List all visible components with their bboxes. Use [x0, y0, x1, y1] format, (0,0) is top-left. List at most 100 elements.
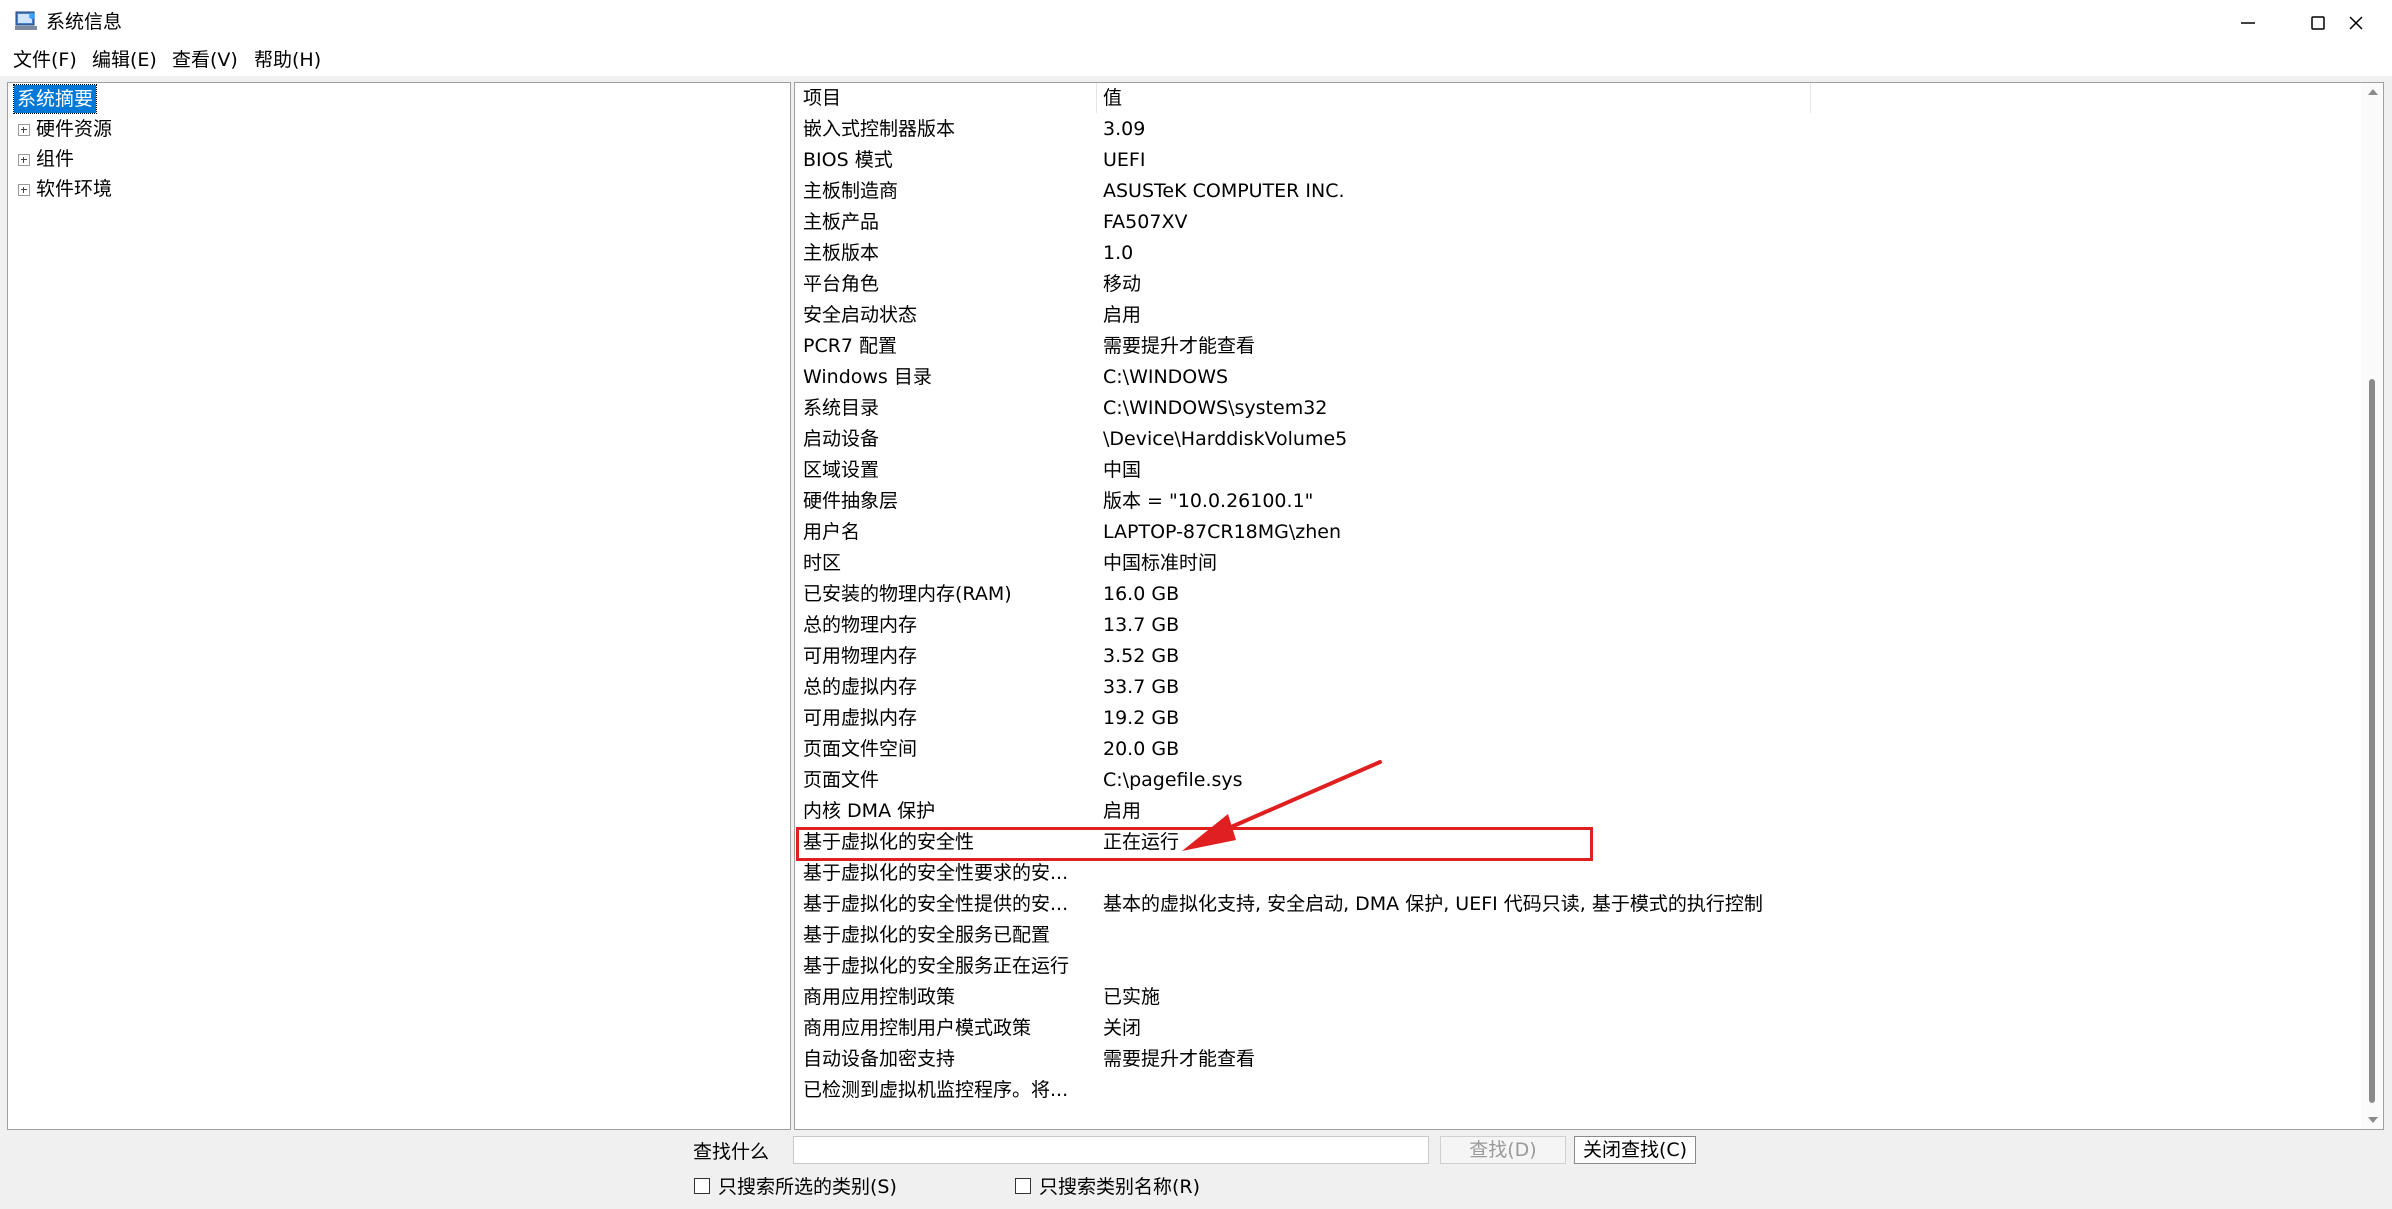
close-button[interactable] [2322, 0, 2392, 44]
item-cell: 安全启动状态 [803, 304, 918, 326]
value-cell: \Device\HarddiskVolume5 [1103, 428, 1348, 450]
item-cell: 基于虚拟化的安全服务已配置 [803, 924, 1051, 946]
checkbox-box[interactable] [1015, 1178, 1031, 1194]
item-cell: 区域设置 [803, 459, 880, 481]
table-row[interactable]: 用户名 LAPTOP-87CR18MG\zhen [795, 517, 2355, 548]
value-cell: 启用 [1103, 304, 1142, 326]
minimize-button[interactable] [2214, 0, 2284, 44]
table-row[interactable]: 主板产品 FA507XV [795, 207, 2355, 238]
value-cell: 1.0 [1103, 242, 1134, 264]
table-row[interactable]: 自动设备加密支持 需要提升才能查看 [795, 1044, 2355, 1075]
category-tree[interactable]: 系统摘要 硬件资源 组件 软件环境 [7, 82, 791, 1130]
item-cell: 总的物理内存 [803, 614, 918, 636]
item-cell: 基于虚拟化的安全性要求的安... [803, 862, 1069, 884]
column-divider[interactable] [1096, 83, 1097, 113]
value-cell: 正在运行 [1103, 831, 1180, 853]
table-row[interactable]: 启动设备 \Device\HarddiskVolume5 [795, 424, 2355, 455]
value-cell: UEFI [1103, 149, 1146, 171]
table-row[interactable]: 基于虚拟化的安全性提供的安... 基本的虚拟化支持, 安全启动, DMA 保护, … [795, 889, 2355, 920]
table-row[interactable]: 商用应用控制政策 已实施 [795, 982, 2355, 1013]
list-header: 项目 值 [795, 83, 2383, 113]
value-cell: 中国 [1103, 459, 1142, 481]
value-cell: 已实施 [1103, 986, 1161, 1008]
column-header-item[interactable]: 项目 [803, 83, 841, 113]
tree-item-software-environment[interactable]: 软件环境 [12, 175, 312, 203]
item-cell: 基于虚拟化的安全服务正在运行 [803, 955, 1070, 977]
tree-item-label: 组件 [36, 148, 75, 170]
tree-item-label: 硬件资源 [36, 118, 113, 140]
value-cell: 3.52 GB [1103, 645, 1180, 667]
value-cell: 3.09 [1103, 118, 1146, 140]
details-list[interactable]: 项目 值 嵌入式控制器版本 3.09 BIOS 模式 UEFI 主板制造商 ASUSTeK… [794, 82, 2384, 1130]
table-row[interactable]: 内核 DMA 保护 启用 [795, 796, 2355, 827]
table-row[interactable]: 主板版本 1.0 [795, 238, 2355, 269]
table-row[interactable]: BIOS 模式 UEFI [795, 145, 2355, 176]
item-cell: 已检测到虚拟机监控程序。将... [803, 1079, 1069, 1101]
scroll-up-icon[interactable] [2368, 89, 2378, 95]
item-cell: 商用应用控制用户模式政策 [803, 1017, 1032, 1039]
column-header-value[interactable]: 值 [1103, 83, 1122, 113]
item-cell: 页面文件 [803, 769, 880, 791]
menu-view[interactable]: 查看(V) [172, 48, 238, 72]
find-button[interactable]: 查找(D) [1440, 1136, 1566, 1164]
window-title: 系统信息 [46, 11, 123, 33]
item-cell: 商用应用控制政策 [803, 986, 956, 1008]
checkbox-box[interactable] [694, 1178, 710, 1194]
table-row[interactable]: 安全启动状态 启用 [795, 300, 2355, 331]
value-cell: LAPTOP-87CR18MG\zhen [1103, 521, 1342, 543]
tree-item-label: 软件环境 [36, 178, 113, 200]
table-row[interactable]: 已检测到虚拟机监控程序。将... [795, 1075, 2355, 1106]
scrollbar-thumb[interactable] [2369, 379, 2375, 1103]
item-cell: 系统目录 [803, 397, 880, 419]
item-cell: 页面文件空间 [803, 738, 918, 760]
table-row[interactable]: 基于虚拟化的安全服务已配置 [795, 920, 2355, 951]
tree-item-hardware-resources[interactable]: 硬件资源 [12, 115, 312, 143]
expand-icon[interactable] [18, 154, 30, 166]
table-row[interactable]: 总的虚拟内存 33.7 GB [795, 672, 2355, 703]
table-row[interactable]: PCR7 配置 需要提升才能查看 [795, 331, 2355, 362]
table-row[interactable]: 基于虚拟化的安全服务正在运行 [795, 951, 2355, 982]
menu-file[interactable]: 文件(F) [13, 48, 77, 72]
table-row[interactable]: Windows 目录 C:\WINDOWS [795, 362, 2355, 393]
table-row[interactable]: 主板制造商 ASUSTeK COMPUTER INC. [795, 176, 2355, 207]
menu-help[interactable]: 帮助(H) [254, 48, 321, 72]
table-row[interactable]: 系统目录 C:\WINDOWS\system32 [795, 393, 2355, 424]
item-cell: 用户名 [803, 521, 861, 543]
table-row[interactable]: 可用虚拟内存 19.2 GB [795, 703, 2355, 734]
table-row[interactable]: 页面文件 C:\pagefile.sys [795, 765, 2355, 796]
table-row[interactable]: 嵌入式控制器版本 3.09 [795, 114, 2355, 145]
table-row[interactable]: 平台角色 移动 [795, 269, 2355, 300]
menu-edit[interactable]: 编辑(E) [92, 48, 157, 72]
system-info-app-icon [15, 11, 37, 30]
value-cell: C:\WINDOWS\system32 [1103, 397, 1328, 419]
expand-icon[interactable] [18, 184, 30, 196]
find-input[interactable] [793, 1136, 1429, 1164]
item-cell: 时区 [803, 552, 842, 574]
expand-icon[interactable] [18, 124, 30, 136]
table-row[interactable]: 区域设置 中国 [795, 455, 2355, 486]
item-cell: 自动设备加密支持 [803, 1048, 956, 1070]
table-row[interactable]: 时区 中国标准时间 [795, 548, 2355, 579]
close-find-button[interactable]: 关闭查找(C) [1574, 1136, 1696, 1164]
table-row[interactable]: 商用应用控制用户模式政策 关闭 [795, 1013, 2355, 1044]
table-row[interactable]: 可用物理内存 3.52 GB [795, 641, 2355, 672]
item-cell: 主板制造商 [803, 180, 899, 202]
value-cell: 中国标准时间 [1103, 552, 1218, 574]
table-row[interactable]: 硬件抽象层 版本 = "10.0.26100.1" [795, 486, 2355, 517]
value-cell: 移动 [1103, 273, 1142, 295]
minimize-icon [2241, 22, 2255, 24]
table-row[interactable]: 基于虚拟化的安全性要求的安... [795, 858, 2355, 889]
scroll-down-icon[interactable] [2368, 1117, 2378, 1123]
value-cell: 基本的虚拟化支持, 安全启动, DMA 保护, UEFI 代码只读, 基于模式的… [1103, 893, 1763, 915]
item-cell: 启动设备 [803, 428, 880, 450]
tree-item-components[interactable]: 组件 [12, 145, 312, 173]
table-row[interactable]: 已安装的物理内存(RAM) 16.0 GB [795, 579, 2355, 610]
value-cell: 13.7 GB [1103, 614, 1180, 636]
table-row[interactable]: 基于虚拟化的安全性 正在运行 [795, 827, 2355, 858]
checkbox-label: 只搜索类别名称(R) [1039, 1176, 1201, 1198]
column-divider[interactable] [1810, 83, 1811, 113]
tree-item-system-summary[interactable]: 系统摘要 [12, 84, 98, 114]
table-row[interactable]: 总的物理内存 13.7 GB [795, 610, 2355, 641]
table-row[interactable]: 页面文件空间 20.0 GB [795, 734, 2355, 765]
vertical-scrollbar[interactable] [2361, 83, 2383, 1129]
